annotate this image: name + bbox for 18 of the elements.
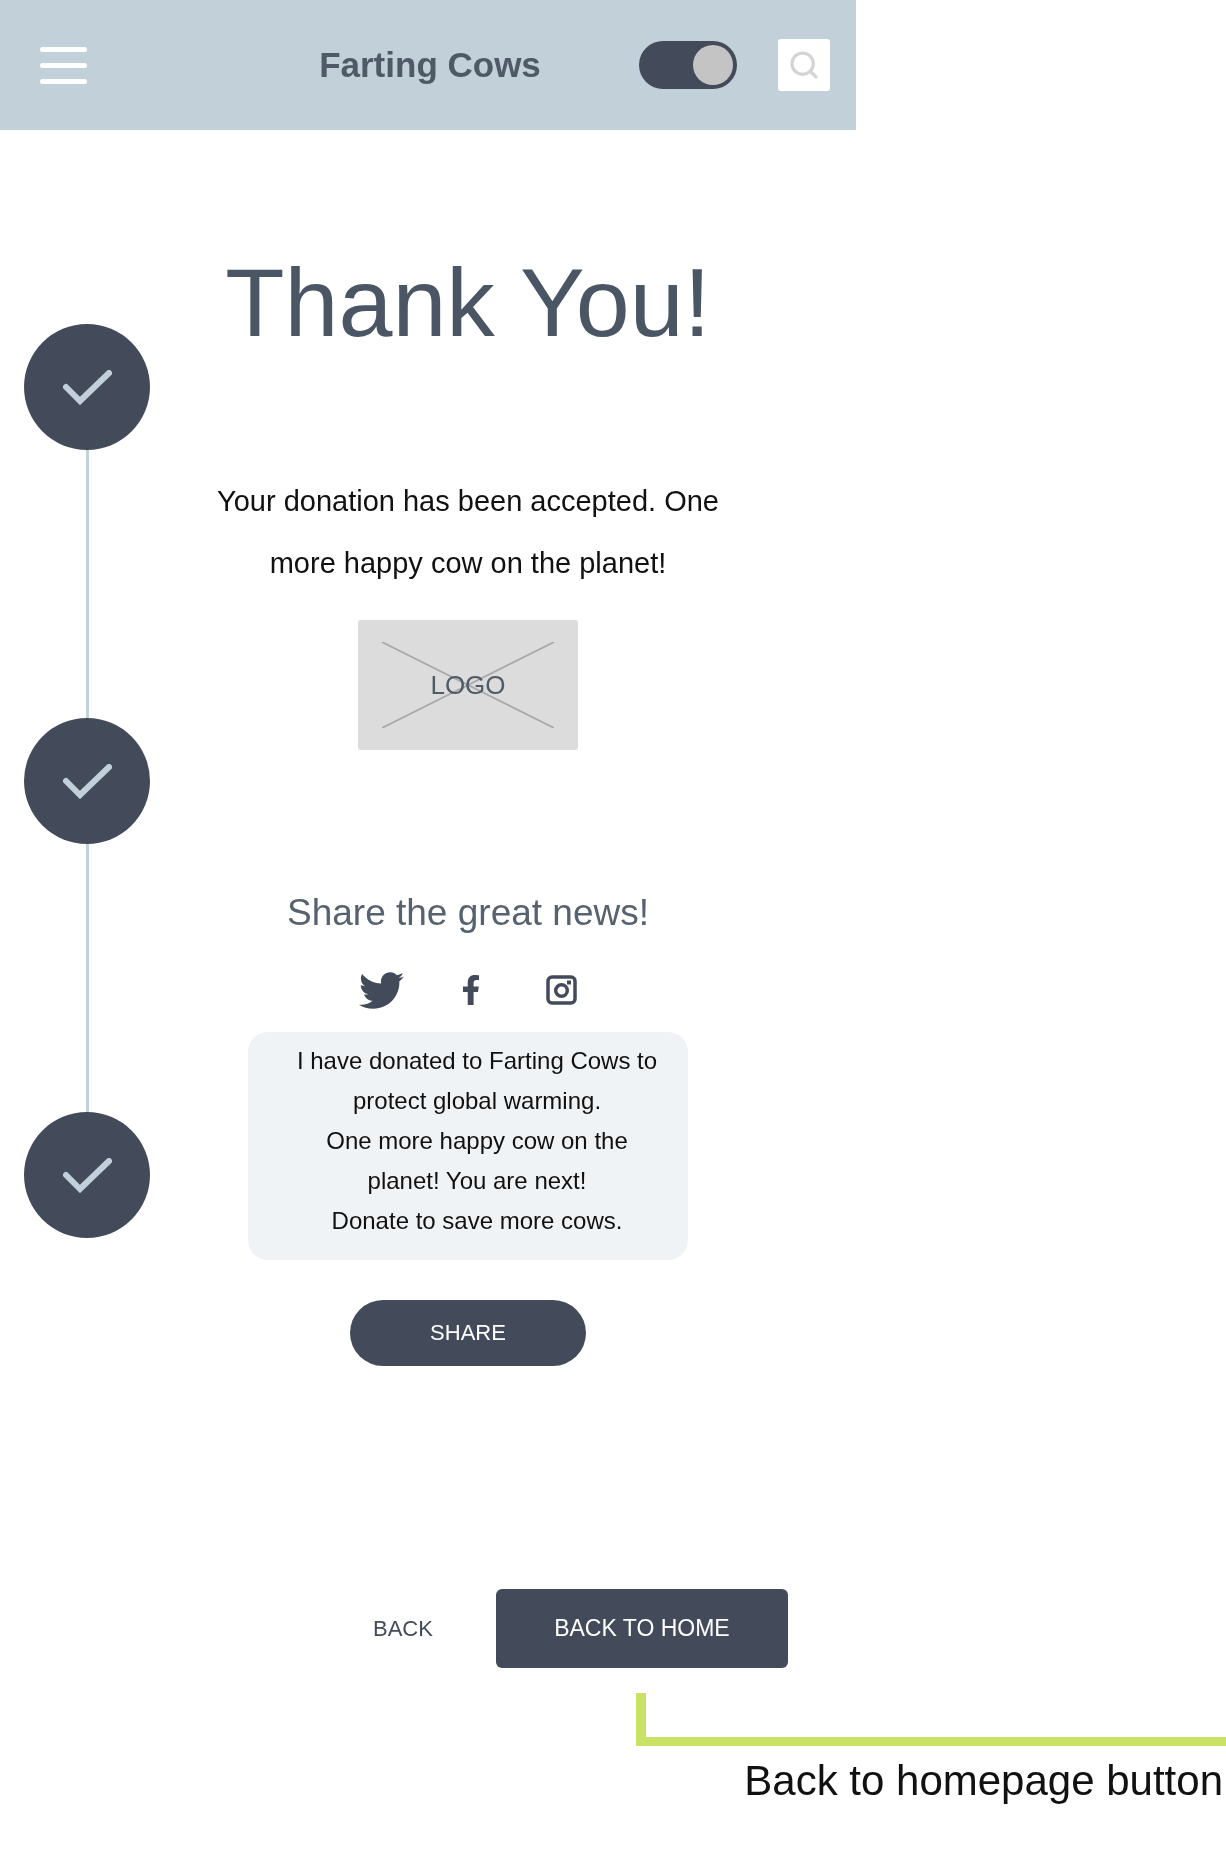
toggle-knob	[693, 45, 733, 85]
check-icon	[62, 1157, 112, 1193]
back-to-home-button[interactable]: BACK TO HOME	[495, 1589, 788, 1668]
back-link[interactable]: BACK	[373, 1615, 433, 1642]
search-icon	[788, 49, 820, 81]
app-title: Farting Cows	[319, 45, 541, 85]
toggle-switch[interactable]	[639, 41, 737, 89]
camera-icon[interactable]	[546, 975, 577, 1005]
share-button[interactable]: SHARE	[350, 1300, 586, 1366]
check-icon	[62, 369, 112, 405]
thank-you-heading: Thank You!	[225, 254, 711, 351]
check-icon	[62, 763, 112, 799]
menu-icon	[40, 46, 87, 84]
logo-label: LOGO	[430, 670, 506, 700]
share-heading: Share the great news!	[287, 891, 649, 935]
callout-label: Back to homepage button	[744, 1756, 1223, 1806]
confirmation-message: Your donation has been accepted. One more happy cow on the planet!	[216, 484, 720, 581]
share-message: I have donated to Farting Cows to protect global warming. One more happy cow on the planet! You are next! Donate to save more cows.	[248, 1032, 688, 1260]
